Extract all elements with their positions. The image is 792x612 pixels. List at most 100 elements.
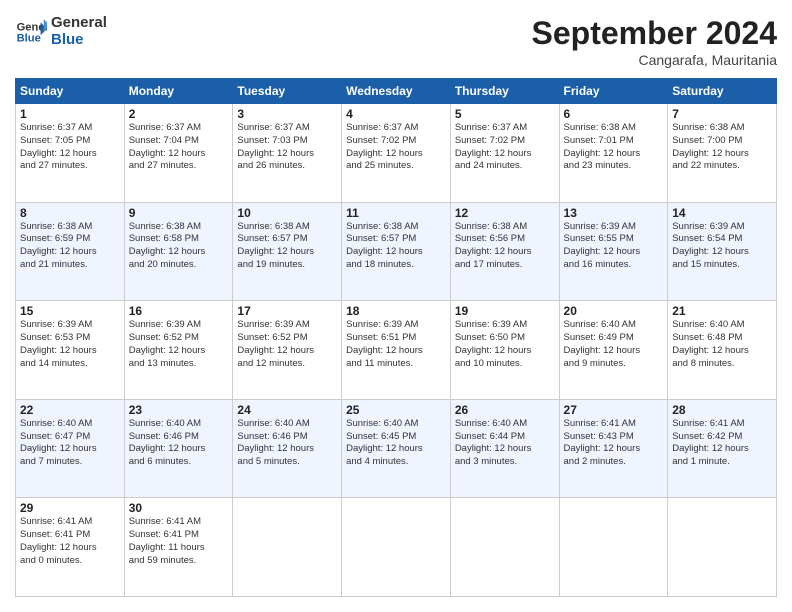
calendar-week-3: 15Sunrise: 6:39 AM Sunset: 6:53 PM Dayli… — [16, 301, 777, 400]
day-info: Sunrise: 6:38 AM Sunset: 7:00 PM Dayligh… — [672, 122, 772, 173]
calendar-body: 1Sunrise: 6:37 AM Sunset: 7:05 PM Daylig… — [16, 104, 777, 597]
calendar-cell — [342, 498, 451, 597]
logo-icon: General Blue — [15, 16, 47, 48]
day-info: Sunrise: 6:39 AM Sunset: 6:52 PM Dayligh… — [237, 319, 337, 370]
day-number: 3 — [237, 107, 337, 121]
day-number: 30 — [129, 501, 229, 515]
day-number: 12 — [455, 206, 555, 220]
day-info: Sunrise: 6:39 AM Sunset: 6:50 PM Dayligh… — [455, 319, 555, 370]
header-row: Sunday Monday Tuesday Wednesday Thursday… — [16, 79, 777, 104]
calendar-cell: 25Sunrise: 6:40 AM Sunset: 6:45 PM Dayli… — [342, 399, 451, 498]
day-number: 16 — [129, 304, 229, 318]
logo-text: General Blue — [51, 15, 107, 48]
calendar-cell: 10Sunrise: 6:38 AM Sunset: 6:57 PM Dayli… — [233, 202, 342, 301]
header: General Blue General Blue September 2024… — [15, 15, 777, 68]
calendar-cell — [450, 498, 559, 597]
day-number: 13 — [564, 206, 664, 220]
title-area: September 2024 Cangarafa, Mauritania — [532, 15, 777, 68]
day-number: 28 — [672, 403, 772, 417]
calendar-header: Sunday Monday Tuesday Wednesday Thursday… — [16, 79, 777, 104]
calendar-cell: 18Sunrise: 6:39 AM Sunset: 6:51 PM Dayli… — [342, 301, 451, 400]
calendar-cell: 7Sunrise: 6:38 AM Sunset: 7:00 PM Daylig… — [668, 104, 777, 203]
page: General Blue General Blue September 2024… — [0, 0, 792, 612]
calendar-cell — [233, 498, 342, 597]
calendar-cell: 6Sunrise: 6:38 AM Sunset: 7:01 PM Daylig… — [559, 104, 668, 203]
day-info: Sunrise: 6:38 AM Sunset: 6:59 PM Dayligh… — [20, 221, 120, 272]
calendar-cell — [559, 498, 668, 597]
day-number: 27 — [564, 403, 664, 417]
day-number: 24 — [237, 403, 337, 417]
calendar-cell: 28Sunrise: 6:41 AM Sunset: 6:42 PM Dayli… — [668, 399, 777, 498]
day-info: Sunrise: 6:41 AM Sunset: 6:43 PM Dayligh… — [564, 418, 664, 469]
day-number: 1 — [20, 107, 120, 121]
day-info: Sunrise: 6:38 AM Sunset: 7:01 PM Dayligh… — [564, 122, 664, 173]
day-number: 26 — [455, 403, 555, 417]
calendar-week-1: 1Sunrise: 6:37 AM Sunset: 7:05 PM Daylig… — [16, 104, 777, 203]
location: Cangarafa, Mauritania — [532, 52, 777, 68]
calendar-cell: 22Sunrise: 6:40 AM Sunset: 6:47 PM Dayli… — [16, 399, 125, 498]
month-title: September 2024 — [532, 15, 777, 52]
svg-text:Blue: Blue — [17, 32, 41, 44]
day-info: Sunrise: 6:38 AM Sunset: 6:57 PM Dayligh… — [346, 221, 446, 272]
day-number: 7 — [672, 107, 772, 121]
day-info: Sunrise: 6:40 AM Sunset: 6:44 PM Dayligh… — [455, 418, 555, 469]
day-info: Sunrise: 6:40 AM Sunset: 6:46 PM Dayligh… — [129, 418, 229, 469]
calendar-cell: 19Sunrise: 6:39 AM Sunset: 6:50 PM Dayli… — [450, 301, 559, 400]
day-number: 15 — [20, 304, 120, 318]
day-number: 29 — [20, 501, 120, 515]
calendar-cell: 3Sunrise: 6:37 AM Sunset: 7:03 PM Daylig… — [233, 104, 342, 203]
calendar-cell: 8Sunrise: 6:38 AM Sunset: 6:59 PM Daylig… — [16, 202, 125, 301]
day-number: 14 — [672, 206, 772, 220]
col-thursday: Thursday — [450, 79, 559, 104]
calendar-cell: 2Sunrise: 6:37 AM Sunset: 7:04 PM Daylig… — [124, 104, 233, 203]
calendar-cell: 27Sunrise: 6:41 AM Sunset: 6:43 PM Dayli… — [559, 399, 668, 498]
day-info: Sunrise: 6:40 AM Sunset: 6:45 PM Dayligh… — [346, 418, 446, 469]
calendar-cell: 1Sunrise: 6:37 AM Sunset: 7:05 PM Daylig… — [16, 104, 125, 203]
calendar-week-5: 29Sunrise: 6:41 AM Sunset: 6:41 PM Dayli… — [16, 498, 777, 597]
day-number: 9 — [129, 206, 229, 220]
calendar-cell: 23Sunrise: 6:40 AM Sunset: 6:46 PM Dayli… — [124, 399, 233, 498]
day-info: Sunrise: 6:38 AM Sunset: 6:56 PM Dayligh… — [455, 221, 555, 272]
col-friday: Friday — [559, 79, 668, 104]
day-info: Sunrise: 6:39 AM Sunset: 6:51 PM Dayligh… — [346, 319, 446, 370]
calendar-cell: 29Sunrise: 6:41 AM Sunset: 6:41 PM Dayli… — [16, 498, 125, 597]
calendar-cell: 4Sunrise: 6:37 AM Sunset: 7:02 PM Daylig… — [342, 104, 451, 203]
day-info: Sunrise: 6:41 AM Sunset: 6:41 PM Dayligh… — [20, 516, 120, 567]
calendar-cell: 17Sunrise: 6:39 AM Sunset: 6:52 PM Dayli… — [233, 301, 342, 400]
day-number: 20 — [564, 304, 664, 318]
day-number: 4 — [346, 107, 446, 121]
day-number: 19 — [455, 304, 555, 318]
day-info: Sunrise: 6:41 AM Sunset: 6:42 PM Dayligh… — [672, 418, 772, 469]
calendar-cell — [668, 498, 777, 597]
day-info: Sunrise: 6:37 AM Sunset: 7:04 PM Dayligh… — [129, 122, 229, 173]
calendar-cell: 13Sunrise: 6:39 AM Sunset: 6:55 PM Dayli… — [559, 202, 668, 301]
day-info: Sunrise: 6:40 AM Sunset: 6:46 PM Dayligh… — [237, 418, 337, 469]
calendar-cell: 26Sunrise: 6:40 AM Sunset: 6:44 PM Dayli… — [450, 399, 559, 498]
day-number: 22 — [20, 403, 120, 417]
day-info: Sunrise: 6:40 AM Sunset: 6:47 PM Dayligh… — [20, 418, 120, 469]
col-wednesday: Wednesday — [342, 79, 451, 104]
calendar-cell: 11Sunrise: 6:38 AM Sunset: 6:57 PM Dayli… — [342, 202, 451, 301]
calendar-table: Sunday Monday Tuesday Wednesday Thursday… — [15, 78, 777, 597]
day-number: 18 — [346, 304, 446, 318]
calendar-cell: 9Sunrise: 6:38 AM Sunset: 6:58 PM Daylig… — [124, 202, 233, 301]
logo: General Blue General Blue — [15, 15, 107, 48]
col-monday: Monday — [124, 79, 233, 104]
calendar-cell: 20Sunrise: 6:40 AM Sunset: 6:49 PM Dayli… — [559, 301, 668, 400]
day-number: 10 — [237, 206, 337, 220]
col-sunday: Sunday — [16, 79, 125, 104]
day-info: Sunrise: 6:38 AM Sunset: 6:57 PM Dayligh… — [237, 221, 337, 272]
calendar-cell: 30Sunrise: 6:41 AM Sunset: 6:41 PM Dayli… — [124, 498, 233, 597]
day-number: 23 — [129, 403, 229, 417]
calendar-cell: 5Sunrise: 6:37 AM Sunset: 7:02 PM Daylig… — [450, 104, 559, 203]
day-number: 2 — [129, 107, 229, 121]
calendar-cell: 15Sunrise: 6:39 AM Sunset: 6:53 PM Dayli… — [16, 301, 125, 400]
col-saturday: Saturday — [668, 79, 777, 104]
day-number: 21 — [672, 304, 772, 318]
day-info: Sunrise: 6:39 AM Sunset: 6:53 PM Dayligh… — [20, 319, 120, 370]
day-number: 5 — [455, 107, 555, 121]
col-tuesday: Tuesday — [233, 79, 342, 104]
calendar-cell: 21Sunrise: 6:40 AM Sunset: 6:48 PM Dayli… — [668, 301, 777, 400]
calendar-week-4: 22Sunrise: 6:40 AM Sunset: 6:47 PM Dayli… — [16, 399, 777, 498]
day-info: Sunrise: 6:38 AM Sunset: 6:58 PM Dayligh… — [129, 221, 229, 272]
